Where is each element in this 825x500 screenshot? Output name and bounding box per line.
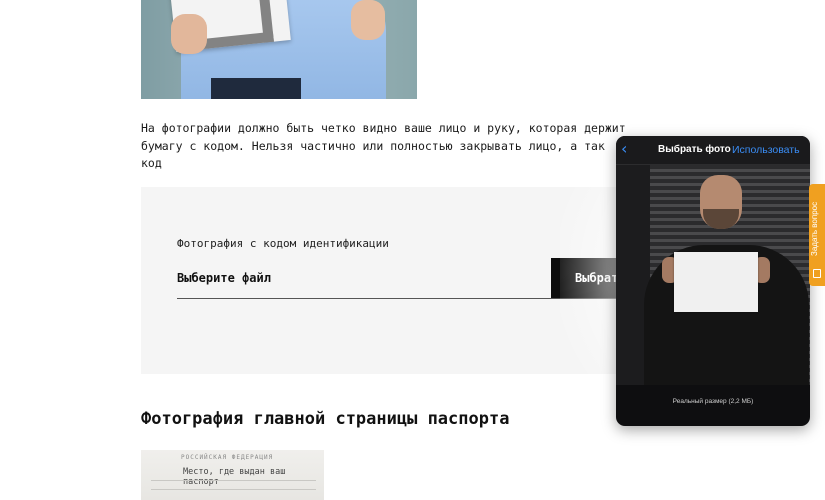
- passport-text: Место, где выдан ваш паспорт: [183, 467, 286, 487]
- passport-header: РОССИЙСКАЯ ФЕДЕРАЦИЯ: [181, 454, 274, 461]
- photo-picker-navbar: ‹ Выбрать фото Использовать: [616, 136, 810, 165]
- section-title: Фотография главной страницы паспорта: [141, 409, 510, 429]
- file-input-text: Выберите файл: [177, 271, 271, 285]
- photo-picker-title: Выбрать фото: [658, 144, 731, 155]
- photo-picker: ‹ Выбрать фото Использовать Реальный раз…: [616, 136, 810, 426]
- ask-question-label: Задать вопрос: [810, 201, 819, 257]
- example-photo-pants: [211, 78, 301, 99]
- upload-label: Фотография с кодом идентификации: [177, 237, 389, 250]
- passport-preview: РОССИЙСКАЯ ФЕДЕРАЦИЯ Место, где выдан ва…: [141, 450, 324, 500]
- chevron-left-icon[interactable]: ‹: [621, 140, 627, 158]
- use-photo-button[interactable]: Использовать: [732, 144, 800, 156]
- example-photo-hand: [171, 14, 207, 54]
- photo-size-caption: Реальный размер (2,2 МБ): [672, 398, 754, 405]
- selected-photo: [616, 165, 810, 385]
- instructions-text: На фотографии должно быть четко видно ва…: [141, 121, 626, 170]
- upload-form: Фотография с кодом идентификации Выберит…: [141, 187, 641, 374]
- example-photo: [141, 0, 417, 99]
- file-input[interactable]: Выберите файл Выбрать: [177, 258, 641, 299]
- chat-icon: [813, 269, 821, 278]
- blank-paper: [674, 252, 758, 312]
- example-photo-hand: [351, 0, 385, 40]
- ask-question-tab[interactable]: Задать вопрос: [809, 184, 825, 286]
